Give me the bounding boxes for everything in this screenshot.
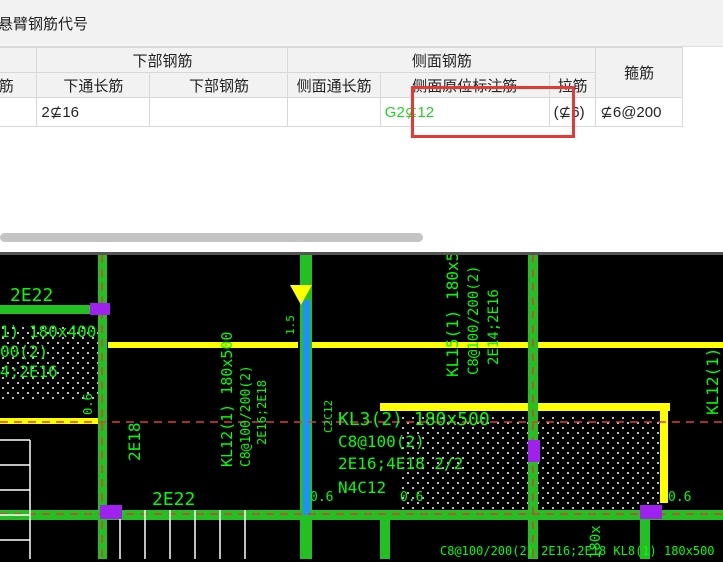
beam-yellow (108, 342, 298, 348)
table-cell[interactable]: 2⊈16 (36, 97, 151, 127)
cad-label: C2C12 (322, 400, 335, 433)
cad-label: 1.5 (284, 315, 297, 335)
column-header-rebar[interactable]: 钢筋 (0, 72, 38, 98)
cad-label: KL12(1) 180x500 (218, 332, 236, 467)
cad-label: KL15(1) 180x500 (443, 255, 462, 377)
cad-label: 00(2) (0, 342, 48, 361)
table-cell[interactable]: ⊈6@200 (595, 97, 683, 127)
cad-label: C8@100/200(2) (466, 265, 482, 375)
group-header-bottom-rebar: 下部钢筋 (36, 47, 289, 73)
beam-blue (303, 300, 310, 515)
rebar-property-panel: 悬臂钢筋代号 下部钢筋 侧面钢筋 箍筋 钢筋 下通长筋 下部钢筋 侧面通长筋 侧… (0, 0, 723, 252)
cad-label: KL12(1) (703, 348, 722, 415)
joint-marker (90, 303, 110, 315)
cad-label: 2E22 (10, 285, 53, 306)
cad-label: 2E18 (125, 422, 144, 461)
joint-marker (640, 505, 662, 519)
cad-label: 2E16;2E18 (255, 380, 269, 445)
table-cell[interactable] (0, 97, 38, 127)
column-header-bottom-rebar[interactable]: 下部钢筋 (149, 72, 289, 98)
cad-label: 0.6 (310, 490, 333, 505)
joint-marker (100, 505, 122, 519)
panel-header: 悬臂钢筋代号 (0, 0, 723, 47)
beam-yellow (0, 418, 100, 424)
beam-yellow (660, 403, 668, 503)
cad-drawing-canvas[interactable]: 2E22 1) 180x400 00(2) 4;2E16 2E18 KL12(1… (0, 252, 723, 562)
group-header-side-rebar: 侧面钢筋 (287, 47, 597, 73)
cad-label: C8@100/200(2) (239, 365, 254, 467)
cad-label: C8@100(2) (338, 432, 425, 451)
panel-title: 悬臂钢筋代号 (0, 16, 89, 33)
table-cell[interactable] (149, 97, 289, 127)
table-row[interactable]: 2⊈16 G2⊈12 (⊈6) ⊈6@200 (0, 97, 683, 127)
cad-label: 0.6 (668, 490, 691, 505)
column-header (0, 47, 38, 73)
stair-outline (0, 439, 246, 559)
column-header-stirrup[interactable]: 箍筋 (595, 47, 683, 98)
cad-label: N4C12 (338, 478, 386, 497)
cad-label: KL3(2) 180x500 (338, 409, 490, 430)
highlight-box (411, 86, 575, 138)
cad-label: 0.6 (400, 490, 423, 505)
beam-yellow (312, 342, 723, 348)
cad-label: C8@100/200(2) 2E16;2E18 KL8(1) 180x500 (440, 544, 715, 558)
cad-label: 1) 180x400 (0, 322, 96, 341)
cad-label: 180x (588, 525, 604, 559)
column-header-side-continuous[interactable]: 侧面通长筋 (287, 72, 381, 98)
cad-label: 0.6 (81, 393, 95, 415)
horizontal-scrollbar[interactable] (0, 233, 423, 242)
cad-label: 2E14;2E16 (486, 289, 502, 365)
rebar-table: 下部钢筋 侧面钢筋 箍筋 钢筋 下通长筋 下部钢筋 侧面通长筋 侧面原位标注筋 … (0, 47, 683, 127)
cad-label: 2E22 (152, 489, 195, 510)
cad-label: 2E16;4E18 2/2 (338, 454, 463, 473)
table-cell[interactable] (287, 97, 381, 127)
cad-label: 4;2E16 (0, 362, 58, 381)
beam-green (380, 510, 390, 559)
joint-marker (528, 440, 540, 462)
column-header-bottom-continuous[interactable]: 下通长筋 (36, 72, 151, 98)
